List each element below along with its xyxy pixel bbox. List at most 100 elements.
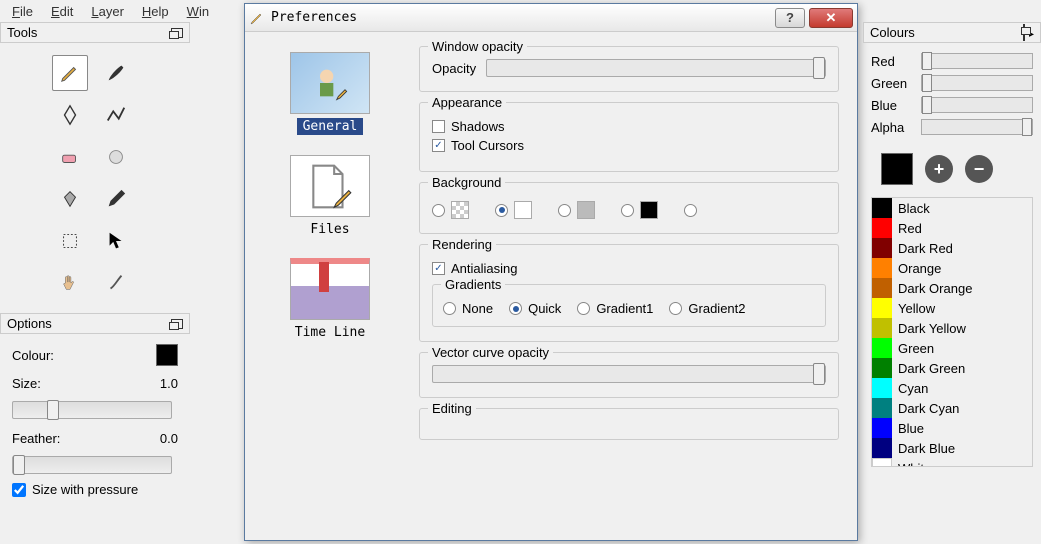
restore-icon[interactable] [1023,24,1025,41]
tool-cursors-checkbox[interactable]: ✓Tool Cursors [432,138,826,153]
nav-timeline[interactable]: Time Line [289,258,371,341]
colour-item[interactable]: Dark Red [872,238,1032,258]
opacity-slider[interactable] [486,59,826,77]
menu-windows[interactable]: Win [179,2,217,21]
window-opacity-group: Window opacity Opacity [419,46,839,92]
green-label: Green [871,76,915,91]
colour-item[interactable]: Red [872,218,1032,238]
shadows-checkbox[interactable]: Shadows [432,119,826,134]
background-title: Background [428,175,505,190]
size-pressure-checkbox[interactable]: Size with pressure [12,482,178,497]
menu-file[interactable]: File [4,2,41,21]
close-button[interactable]: ✕ [809,8,853,28]
colour-item[interactable]: Green [872,338,1032,358]
vector-opacity-group: Vector curve opacity [419,352,839,398]
feather-slider[interactable] [12,456,172,474]
adjust-tool[interactable] [98,265,134,301]
colours-panel-title: Colours ▸ [863,22,1041,43]
appearance-title: Appearance [428,95,506,110]
editing-title: Editing [428,401,476,416]
dialog-nav: General Files Time Line [245,32,415,540]
current-colour-swatch[interactable] [881,153,913,185]
restore-icon[interactable] [171,319,183,329]
antialiasing-checkbox[interactable]: ✓Antialiasing [432,261,826,276]
colour-item[interactable]: White [872,458,1032,467]
rendering-group: Rendering ✓Antialiasing Gradients None Q… [419,244,839,342]
colour-item[interactable]: Blue [872,418,1032,438]
gradient-quick[interactable]: Quick [509,301,561,316]
tools-title-text: Tools [7,25,37,40]
gradient-none[interactable]: None [443,301,493,316]
shadows-label: Shadows [451,119,504,134]
colour-item[interactable]: Yellow [872,298,1032,318]
size-slider[interactable] [12,401,172,419]
hand-tool[interactable] [52,265,88,301]
alpha-slider[interactable] [921,119,1033,135]
eyedropper-tool[interactable] [98,181,134,217]
move-tool[interactable] [98,223,134,259]
help-button[interactable]: ? [775,8,805,28]
colour-item[interactable]: Dark Yellow [872,318,1032,338]
gradient1-label: Gradient1 [596,301,653,316]
menu-edit[interactable]: Edit [43,2,81,21]
background-group: Background [419,182,839,234]
bg-option-white[interactable] [495,201,532,219]
red-slider[interactable] [921,53,1033,69]
eraser-tool[interactable] [52,139,88,175]
colour-list[interactable]: BlackRedDark RedOrangeDark OrangeYellowD… [871,197,1033,467]
colour-item[interactable]: Cyan [872,378,1032,398]
colour-item[interactable]: Dark Cyan [872,398,1032,418]
bucket-tool[interactable] [52,181,88,217]
blue-slider[interactable] [921,97,1033,113]
blue-label: Blue [871,98,915,113]
gradient2-label: Gradient2 [688,301,745,316]
menu-layer[interactable]: Layer [83,2,132,21]
feather-value: 0.0 [160,431,178,446]
bg-option-black[interactable] [621,201,658,219]
colour-item[interactable]: Black [872,198,1032,218]
remove-colour-button[interactable]: − [965,155,993,183]
colour-item[interactable]: Dark Orange [872,278,1032,298]
bg-option-grey[interactable] [558,201,595,219]
appearance-group: Appearance Shadows ✓Tool Cursors [419,102,839,172]
window-opacity-title: Window opacity [428,39,527,54]
pencil-icon [249,10,265,26]
colour-swatch[interactable] [156,344,178,366]
dialog-content: Window opacity Opacity Appearance Shadow… [415,32,857,540]
nav-files[interactable]: Files [290,155,370,238]
menu-help[interactable]: Help [134,2,177,21]
vector-opacity-slider[interactable] [432,365,826,383]
nav-general-label: General [297,118,364,135]
editing-group: Editing [419,408,839,440]
polyline-tool[interactable] [98,97,134,133]
titlebar[interactable]: Preferences ? ✕ [245,4,857,32]
nav-general[interactable]: General [290,52,370,135]
colour-item[interactable]: Dark Blue [872,438,1032,458]
brush-tool[interactable] [98,55,134,91]
rendering-title: Rendering [428,237,496,252]
vector-title: Vector curve opacity [428,345,553,360]
size-label: Size: [12,376,41,391]
gradient-2[interactable]: Gradient2 [669,301,745,316]
colour-item[interactable]: Dark Green [872,358,1032,378]
alpha-label: Alpha [871,120,915,135]
pen-tool[interactable] [52,97,88,133]
select-tool[interactable] [52,223,88,259]
gradient-none-label: None [462,301,493,316]
tool-cursors-label: Tool Cursors [451,138,524,153]
bg-option-checker[interactable] [432,201,469,219]
options-body: Colour: Size: 1.0 Feather: 0.0 Size with… [0,334,190,507]
nav-timeline-label: Time Line [289,324,371,341]
green-slider[interactable] [921,75,1033,91]
feather-label: Feather: [12,431,60,446]
gradient-1[interactable]: Gradient1 [577,301,653,316]
colour-item[interactable]: Orange [872,258,1032,278]
smudge-tool[interactable] [98,139,134,175]
add-colour-button[interactable]: + [925,155,953,183]
options-title-text: Options [7,316,52,331]
bg-option-none[interactable] [684,204,697,217]
pencil-tool[interactable] [52,55,88,91]
restore-icon[interactable] [171,28,183,38]
tools-grid [0,43,190,313]
gradient-quick-label: Quick [528,301,561,316]
